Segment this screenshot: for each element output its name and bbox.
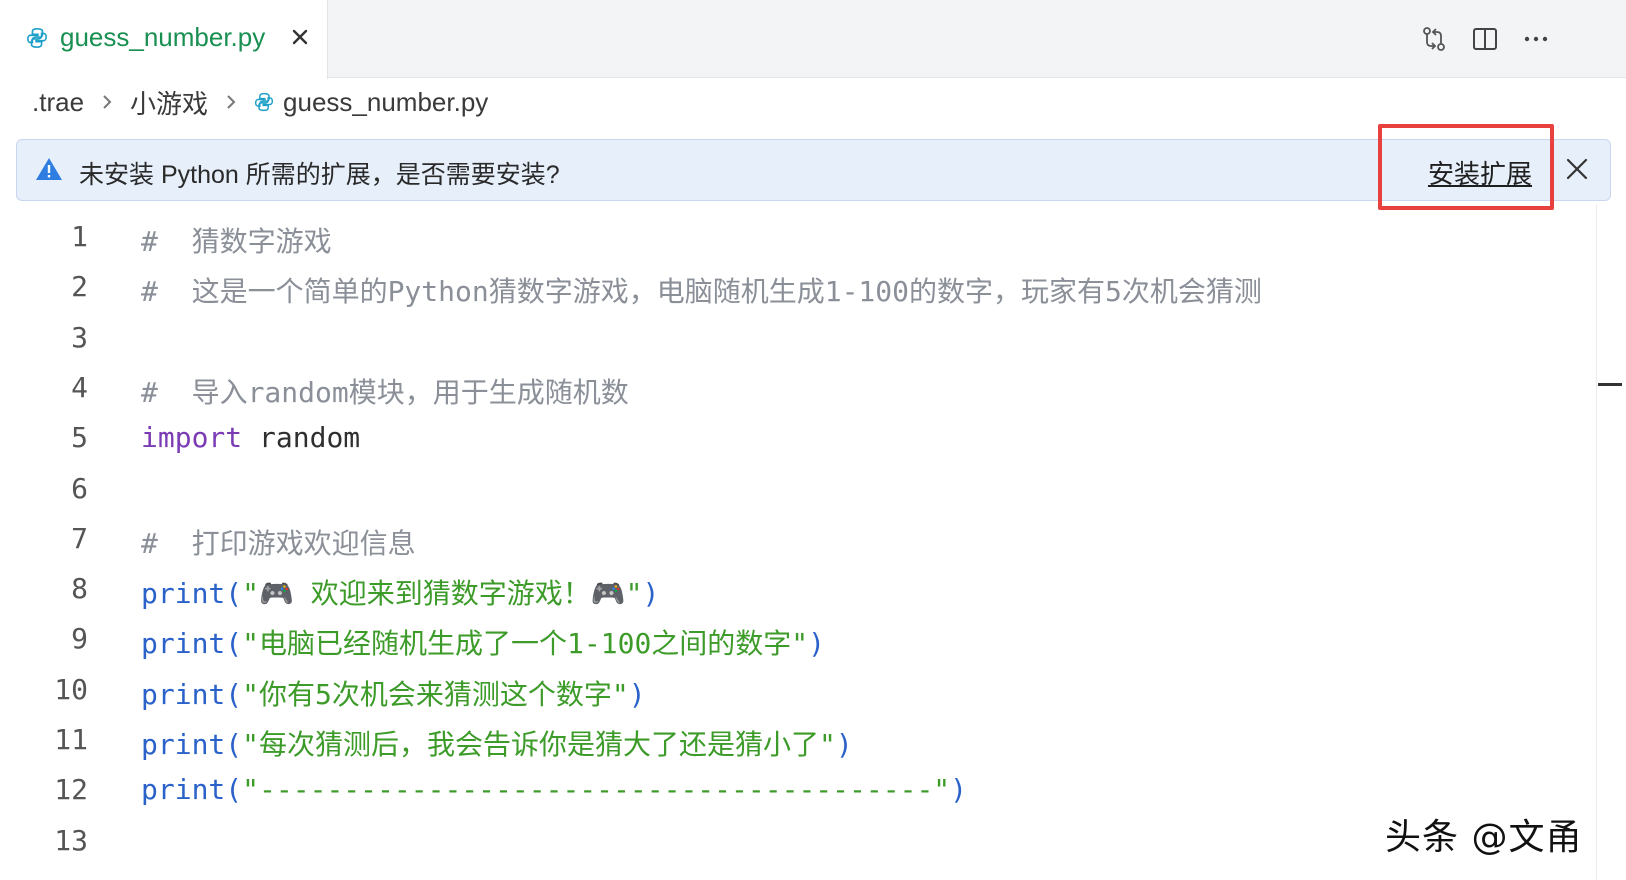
- code-line[interactable]: 4 # 导入random模块，用于生成随机数: [0, 363, 1596, 413]
- notification-message: 未安装 Python 所需的扩展，是否需要安装?: [79, 161, 560, 189]
- chevron-right-icon: [103, 95, 112, 109]
- breadcrumb-item-folder[interactable]: 小游戏: [130, 84, 208, 121]
- extension-notification: 未安装 Python 所需的扩展，是否需要安装? 安装扩展: [16, 139, 1611, 201]
- code-token: ): [642, 577, 660, 611]
- code-token: "---------------------------------------…: [242, 773, 951, 807]
- code-line[interactable]: 9 print("电脑已经随机生成了一个1-100之间的数字"): [0, 614, 1596, 664]
- overview-ruler[interactable]: [1596, 204, 1597, 880]
- code-line[interactable]: 5 import random: [0, 413, 1596, 463]
- code-line[interactable]: 11 print("每次猜测后，我会告诉你是猜大了还是猜小了"): [0, 715, 1596, 765]
- code-token: # 猜数字游戏: [141, 225, 332, 258]
- code-token: ): [808, 627, 826, 661]
- close-tab-icon[interactable]: [287, 24, 313, 50]
- code-line[interactable]: 12 print("-------------------------------…: [0, 765, 1596, 815]
- line-number: 7: [71, 521, 88, 555]
- code-text: import random: [141, 421, 360, 454]
- code-line[interactable]: 2 # 这是一个简单的Python猜数字游戏，电脑随机生成1-100的数字，玩家有…: [0, 262, 1596, 312]
- code-text: # 这是一个简单的Python猜数字游戏，电脑随机生成1-100的数字，玩家有5…: [141, 270, 1262, 310]
- highlight-box: [1378, 124, 1554, 210]
- line-number: 11: [54, 723, 88, 756]
- code-line[interactable]: 13: [0, 816, 1596, 866]
- code-text: print("电脑已经随机生成了一个1-100之间的数字"): [141, 622, 825, 662]
- code-text: print("🎮 欢迎来到猜数字游戏！🎮"): [141, 572, 659, 612]
- code-token: ): [628, 677, 646, 711]
- code-token: "你有5次机会来猜测这个数字": [242, 677, 629, 711]
- code-text: print("---------------------------------…: [141, 773, 967, 806]
- code-line[interactable]: 10 print("你有5次机会来猜测这个数字"): [0, 665, 1596, 715]
- scroll-position-marker: [1598, 383, 1622, 386]
- more-actions-icon[interactable]: [1521, 24, 1551, 54]
- line-number: 3: [71, 320, 88, 354]
- tab-title: guess_number.py: [60, 22, 266, 52]
- chevron-right-icon: [227, 95, 236, 109]
- code-text: print("你有5次机会来猜测这个数字"): [141, 673, 646, 713]
- code-token: "每次猜测后，我会告诉你是猜大了还是猜小了": [242, 728, 836, 761]
- python-file-icon: [27, 28, 47, 48]
- line-number: 8: [71, 572, 88, 606]
- line-number: 13: [54, 823, 88, 857]
- code-token: # 这是一个简单的Python猜数字游戏，电脑随机生成1-100的数字，玩家有5…: [141, 275, 1262, 309]
- code-line[interactable]: 6: [0, 464, 1596, 514]
- line-number: 4: [71, 370, 88, 404]
- code-token: ): [835, 728, 853, 761]
- code-token: # 打印游戏欢迎信息: [141, 526, 416, 560]
- code-token: ): [950, 773, 968, 807]
- code-token: print(: [141, 677, 243, 711]
- code-token: import: [141, 421, 243, 455]
- breadcrumb-item-file[interactable]: guess_number.py: [283, 87, 488, 118]
- split-editor-icon[interactable]: [1470, 24, 1500, 54]
- code-line[interactable]: 3: [0, 313, 1596, 363]
- tab-bar: guess_number.py: [0, 0, 1626, 79]
- code-token: print(: [141, 577, 243, 611]
- code-token: # 导入random模块，用于生成随机数: [141, 375, 629, 409]
- code-line[interactable]: 1 # 猜数字游戏: [0, 212, 1596, 262]
- tab-guess-number[interactable]: guess_number.py: [0, 0, 328, 79]
- code-token: random: [242, 421, 361, 455]
- code-token: "电脑已经随机生成了一个1-100之间的数字": [242, 627, 809, 661]
- breadcrumb: .trae 小游戏 guess_number.py: [32, 84, 488, 120]
- watermark: 头条 @文甬: [1385, 817, 1583, 858]
- python-file-icon: [254, 92, 274, 112]
- line-number: 2: [71, 270, 88, 304]
- code-token: print(: [141, 728, 243, 761]
- code-text: print("每次猜测后，我会告诉你是猜大了还是猜小了"): [141, 723, 853, 763]
- code-line[interactable]: 8 print("🎮 欢迎来到猜数字游戏！🎮"): [0, 564, 1596, 614]
- code-text: # 导入random模块，用于生成随机数: [141, 371, 629, 411]
- code-line[interactable]: 7 # 打印游戏欢迎信息: [0, 514, 1596, 564]
- line-number: 5: [71, 421, 88, 455]
- breadcrumb-item-trae[interactable]: .trae: [32, 87, 84, 118]
- code-token: print(: [141, 773, 243, 807]
- code-text: # 猜数字游戏: [141, 220, 332, 260]
- line-number: 12: [54, 773, 88, 807]
- code-token: print(: [141, 627, 243, 661]
- code-text: # 打印游戏欢迎信息: [141, 522, 416, 562]
- line-number: 9: [71, 622, 88, 656]
- close-icon[interactable]: [1562, 154, 1592, 184]
- line-number: 1: [71, 220, 88, 253]
- code-editor[interactable]: 1 # 猜数字游戏 2 # 这是一个简单的Python猜数字游戏，电脑随机生成1-10…: [0, 212, 1596, 880]
- line-number: 6: [71, 471, 88, 505]
- compare-changes-icon[interactable]: [1419, 24, 1449, 54]
- code-token: "🎮 欢迎来到猜数字游戏！🎮": [242, 577, 643, 611]
- warning-triangle-icon: [36, 158, 62, 180]
- line-number: 10: [54, 672, 88, 706]
